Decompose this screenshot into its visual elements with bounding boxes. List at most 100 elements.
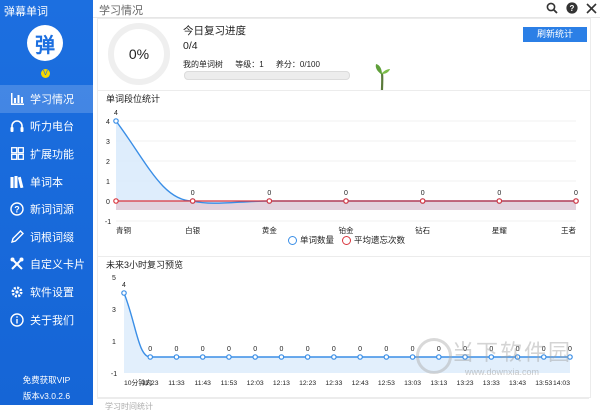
data-label: 0	[411, 346, 415, 353]
sidebar-item-label: 关于我们	[30, 314, 74, 327]
x-tick-label: 钻石	[415, 225, 430, 235]
x-tick-label: 13:23	[457, 380, 474, 387]
review-count: 0/4	[183, 40, 198, 52]
watermark-text: 当下软件园	[452, 340, 573, 365]
data-label: 0	[267, 190, 271, 197]
study-time-title: 学习时间统计	[105, 402, 153, 411]
x-tick-label: 星耀	[492, 226, 507, 235]
data-label: 0	[497, 190, 501, 197]
nutrient-progress-bar	[184, 71, 350, 80]
sidebar-item-label: 软件设置	[30, 286, 74, 299]
sidebar-item-label: 词根词缀	[30, 231, 74, 244]
sidebar-item-label: 听力电台	[30, 121, 74, 134]
sidebar-nav: 学习情况听力电台扩展功能单词本? 新词词源词根词缀自定义卡片软件设置关于我们	[0, 85, 93, 333]
today-review-title: 今日复习进度	[183, 25, 246, 37]
review-point	[357, 354, 363, 360]
page-title: 学习情况	[99, 5, 143, 17]
watermark-logo	[416, 338, 452, 374]
words-point	[113, 118, 119, 124]
y-tick-label: 2	[106, 159, 110, 166]
forget-point	[419, 198, 426, 204]
review-point	[121, 290, 127, 296]
legend-words: 单词数量	[300, 235, 335, 245]
data-label: 0	[344, 190, 348, 197]
question-icon: ?	[9, 201, 25, 217]
x-tick-label: 13:43	[509, 380, 526, 387]
svg-text:?: ?	[14, 205, 20, 215]
today-progress-card: 0% 今日复习进度 0/4 我的单词树 等级：1 养分：0/100 刷新统计	[97, 18, 591, 92]
free-vip-link[interactable]: 免费获取VIP	[0, 374, 93, 386]
x-tick-label: 王者	[561, 226, 576, 235]
review-point	[199, 354, 206, 360]
data-label: 4	[122, 282, 126, 289]
x-tick-label: 11:23	[142, 380, 159, 387]
data-label: 0	[227, 346, 231, 353]
x-tick-label: 青铜	[116, 225, 131, 235]
data-label: 0	[306, 346, 310, 353]
topbar: 学习情况 ?	[93, 0, 600, 18]
review-point	[331, 354, 337, 360]
data-label: 0	[253, 346, 257, 353]
gear-icon	[9, 284, 25, 300]
x-tick-label: 12:13	[273, 380, 290, 387]
sidebar-item-5[interactable]: ? 新词词源	[0, 195, 93, 223]
sidebar-item-6[interactable]: 词根词缀	[0, 223, 93, 251]
progress-ring: 0%	[108, 23, 170, 85]
review-point	[304, 354, 311, 360]
sidebar-item-4[interactable]: 单词本	[0, 168, 93, 196]
sidebar-item-3[interactable]: 扩展功能	[0, 140, 93, 168]
sidebar-item-label: 扩展功能	[30, 148, 74, 161]
svg-text:?: ?	[570, 4, 575, 13]
y-tick-label: 1	[112, 339, 116, 346]
x-tick-label: 13:13	[430, 380, 447, 387]
forget-point	[496, 198, 503, 204]
sidebar-item-1[interactable]: 学习情况	[0, 85, 93, 113]
sidebar-item-9[interactable]: 关于我们	[0, 306, 93, 334]
legend-dot-words	[288, 235, 297, 245]
sidebar: 弹幕单词 弹 V 学习情况 听力电台 扩展功能 单词本? 新词词源 词根词缀 自定义卡片 软件…	[0, 0, 93, 405]
x-tick-label: 12:53	[378, 380, 395, 387]
forget-point	[113, 198, 119, 204]
y-tick-label: 0	[106, 199, 110, 206]
x-tick-label: 14:03	[553, 380, 570, 387]
review-point	[383, 354, 390, 360]
y-tick-label: -1	[105, 219, 111, 226]
rank-stats-card: 单词段位统计 4 3 2 1 0 -1 4 青铜 0 白银 0 黄金 0 铂金 0 钻石 0 星耀 0 王者 单词数量…	[97, 90, 591, 257]
data-label: 0	[191, 190, 195, 197]
x-tick-label: 11:53	[221, 380, 238, 387]
x-tick-label: 13:33	[483, 380, 500, 387]
watermark-url: www.downxia.com	[465, 367, 540, 377]
rank-stats-chart: 43210-14青铜0白银0黄金0铂金0钻石0星耀0王者	[105, 110, 579, 235]
y-tick-label: 3	[106, 139, 110, 146]
x-tick-label: 13:03	[404, 380, 421, 387]
sidebar-item-label: 自定义卡片	[30, 259, 85, 272]
data-label: 0	[175, 346, 179, 353]
sidebar-item-8[interactable]: 软件设置	[0, 278, 93, 306]
data-label: 0	[384, 346, 388, 353]
close-icon[interactable]	[584, 1, 598, 15]
pencil-icon	[9, 229, 25, 245]
x-tick-label: 12:23	[299, 380, 316, 387]
logo-char: 弹	[35, 34, 55, 57]
x-tick-label: 黄金	[262, 225, 277, 235]
legend-forget: 平均遗忘次数	[354, 235, 406, 245]
data-label: 0	[201, 346, 205, 353]
sidebar-item-label: 学习情况	[30, 93, 74, 106]
sidebar-item-2[interactable]: 听力电台	[0, 113, 93, 141]
level-label: 等级：1	[235, 60, 264, 69]
data-label: 0	[279, 346, 283, 353]
search-icon[interactable]	[545, 1, 559, 15]
sidebar-item-7[interactable]: 自定义卡片	[0, 251, 93, 279]
help-icon[interactable]: ?	[565, 1, 579, 15]
version-label: 版本v3.0.2.6	[22, 391, 71, 401]
data-label: 0	[358, 346, 362, 353]
tools-icon	[9, 256, 25, 272]
y-tick-label: 1	[106, 179, 110, 186]
review-point	[278, 354, 285, 360]
review-point	[147, 354, 154, 360]
forget-point	[266, 198, 273, 204]
word-tree-stats: 我的单词树 等级：1 养分：0/100	[183, 59, 330, 70]
y-tick-label: 3	[112, 307, 116, 314]
data-label: 4	[114, 110, 118, 117]
refresh-stats-button[interactable]: 刷新统计	[523, 27, 587, 42]
